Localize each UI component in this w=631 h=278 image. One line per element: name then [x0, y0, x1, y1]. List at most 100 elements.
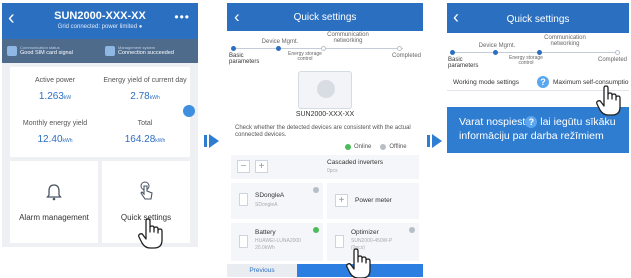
metric-unit: kWh: [155, 138, 166, 144]
plus-icon[interactable]: +: [335, 194, 348, 207]
device-name: SDongleA: [255, 192, 285, 199]
home-screen-panel: ‹ SUN2000-XXX-XX Grid connected: power l…: [2, 3, 198, 247]
step-dot: [397, 46, 402, 51]
device-card-sdonglea[interactable]: SDongleA SDongleA: [231, 183, 323, 219]
device-title: SUN2000-XXX-XX: [54, 10, 146, 22]
setup-stepper: Device Mgmt. Communication networking Ba…: [447, 33, 629, 69]
page-title: Quick settings: [506, 14, 570, 25]
metric-label: Monthly energy yield: [22, 120, 88, 127]
next-step-arrow-icon: [204, 134, 219, 148]
minus-button[interactable]: −: [237, 160, 250, 173]
tap-hand-cursor-icon: [138, 218, 163, 249]
device-model: SDongleA: [255, 202, 278, 208]
tile-alarm-management[interactable]: Alarm management: [10, 161, 98, 243]
previous-button[interactable]: Previous: [227, 264, 297, 277]
energy-metrics-card: Active power 1.263kW Energy yield of cur…: [10, 67, 195, 157]
step-label-communication: Communication networking: [327, 32, 369, 44]
more-dots-icon[interactable]: •••: [174, 10, 190, 24]
metric-number: 164.28: [124, 134, 156, 145]
device-model-label: SUN2000-XXX-XX: [295, 111, 355, 118]
metric-number: 1.263: [38, 91, 64, 102]
device-model: HUAWEI-LUNA2000: [255, 238, 301, 244]
stepper-line: [233, 48, 403, 49]
management-system-status[interactable]: Management system Connection succeeded: [105, 43, 174, 59]
help-question-icon: ?: [525, 116, 538, 129]
cascaded-count: 0pcs: [327, 168, 338, 174]
tile-label: Alarm management: [19, 213, 89, 222]
step-label-communication: Communication networking: [544, 35, 586, 47]
communication-status[interactable]: Communication status Good SIM card signa…: [7, 43, 73, 59]
cascaded-label: Cascaded inverters: [327, 159, 383, 166]
metric-number: 12.40: [37, 134, 63, 145]
step-label-energy-storage: Energy storage control: [288, 51, 322, 62]
battery-icon: [239, 235, 248, 248]
step-label-basic-parameters: Basic parameters: [448, 57, 479, 69]
device-name: Optimizer: [351, 229, 379, 236]
status-value: Good SIM card signal: [20, 50, 73, 56]
step-dot: [231, 46, 236, 51]
status-legend: Online Offline: [345, 143, 423, 151]
legend-offline: Offline: [389, 144, 407, 150]
metric-value: 2.78kWh: [100, 91, 190, 102]
online-dot-icon: [345, 144, 351, 150]
inverter-image: [298, 71, 352, 109]
metric-unit: kWh: [149, 95, 160, 101]
step-dot: [276, 46, 281, 51]
device-card-power-meter[interactable]: + Power meter: [327, 183, 419, 219]
step-label-energy-storage: Energy storage control: [509, 55, 543, 66]
step-dot: [450, 50, 455, 55]
quick-settings-device-panel: ‹ Quick settings Device Mgmt. Communicat…: [227, 3, 423, 277]
metric-total-yield: Total 164.28kWh: [100, 112, 190, 157]
alarm-bell-icon: [46, 184, 62, 201]
app-header: ‹ Quick settings: [447, 3, 629, 33]
status-value: Connection succeeded: [118, 50, 174, 56]
metric-unit: kW: [63, 95, 72, 101]
page-title: Quick settings: [293, 12, 357, 23]
callout-text: Varat nospiest? lai iegūtu sīkāku inform…: [459, 115, 625, 143]
offline-dot-icon: [313, 187, 319, 193]
tap-hand-cursor-icon: [346, 248, 371, 278]
metric-daily-yield: Energy yield of current day 2.78kWh: [100, 67, 190, 112]
step-label-device-mgmt: Device Mgmt.: [478, 43, 516, 49]
callout-text-start: Varat nospiest: [459, 116, 526, 128]
metric-value: 12.40kWh: [10, 134, 100, 145]
cloud-icon: [105, 46, 115, 56]
device-card-optimizer[interactable]: Optimizer SUN2000-450W-P (0pcs): [327, 223, 419, 261]
device-card-battery[interactable]: Battery HUAWEI-LUNA2000 20.0kWh: [231, 223, 323, 261]
expand-chat-icon[interactable]: [183, 105, 195, 117]
stepper-line: [452, 52, 620, 53]
sim-card-icon: [7, 46, 17, 56]
step-label-device-mgmt: Device Mgmt.: [261, 39, 299, 45]
setup-stepper: Device Mgmt. Communication networking Ba…: [227, 31, 423, 65]
app-header: ‹ SUN2000-XXX-XX Grid connected: power l…: [2, 3, 198, 39]
optimizer-icon: [335, 235, 344, 248]
metric-unit: kWh: [62, 138, 73, 144]
step-dot: [615, 50, 620, 55]
dongle-icon: [239, 193, 248, 206]
device-model: SUN2000-450W-P: [351, 238, 393, 244]
plus-button[interactable]: +: [255, 160, 268, 173]
cascaded-inverters-row: − + Cascaded inverters 0pcs: [231, 155, 419, 179]
metric-value: 164.28kWh: [100, 134, 190, 145]
step-label-completed: Completed: [597, 57, 627, 63]
metric-value: 1.263kW: [10, 91, 100, 102]
step-dot: [493, 50, 498, 55]
next-step-arrow-icon: [427, 134, 442, 148]
metric-active-power: Active power 1.263kW: [10, 67, 100, 112]
step-label-basic-parameters: Basic parameters: [229, 53, 260, 65]
help-question-icon[interactable]: ?: [537, 76, 549, 88]
metric-label: Energy yield of current day: [103, 77, 187, 84]
app-header: ‹ Quick settings: [227, 3, 423, 31]
offline-dot-icon: [380, 144, 387, 150]
device-name: Battery: [255, 229, 276, 236]
metric-monthly-yield: Monthly energy yield 12.40kWh: [10, 112, 100, 157]
offline-dot-icon: [409, 227, 415, 233]
metric-label: Total: [137, 120, 153, 127]
working-mode-label: Working mode settings: [453, 79, 519, 86]
inverter-logo-icon: [317, 80, 335, 98]
device-check-text: Check whether the detected devices are c…: [235, 125, 411, 138]
device-capacity: 20.0kWh: [255, 245, 275, 251]
legend-online: Online: [354, 144, 372, 150]
metric-label: Active power: [34, 77, 76, 84]
online-dot-icon: [313, 227, 319, 233]
